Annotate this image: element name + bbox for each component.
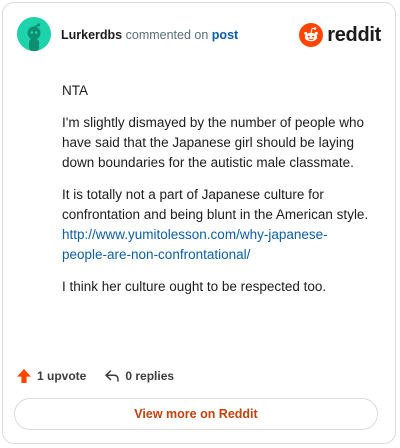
reddit-logo[interactable]: reddit [299, 21, 381, 49]
author-name[interactable]: Lurkerdbs [61, 28, 122, 42]
comment-paragraph: NTA [62, 83, 88, 98]
post-link[interactable]: post [212, 28, 238, 42]
comment-meta: Lurkerdbs commented on post [61, 27, 238, 43]
comment-header: Lurkerdbs commented on post reddit [17, 17, 381, 53]
comment-paragraph: It is totally not a part of Japanese cul… [62, 185, 372, 265]
reddit-wordmark: reddit [327, 23, 381, 46]
view-more-button[interactable]: View more on Reddit [14, 398, 378, 430]
comment-paragraph: I'm slightly dismayed by the number of p… [62, 115, 364, 170]
external-link[interactable]: http://www.yumitolesson.com/why-japanese… [62, 227, 328, 262]
reddit-snoo-icon [299, 23, 324, 47]
comment-body: NTA I'm slightly dismayed by the number … [62, 81, 372, 309]
commented-on-text: commented on [125, 28, 209, 42]
comment-stats: 1 upvote 0 replies [16, 366, 174, 386]
avatar[interactable] [17, 17, 51, 51]
upvote-stat[interactable]: 1 upvote [16, 368, 86, 384]
reply-stat[interactable]: 0 replies [104, 368, 174, 384]
upvote-arrow-icon [17, 369, 31, 383]
reply-count: 0 replies [125, 369, 175, 383]
snoo-avatar-icon [17, 17, 51, 51]
reply-icon [105, 370, 120, 382]
comment-paragraph: I think her culture ought to be respecte… [62, 279, 327, 294]
comment-text: It is totally not a part of Japanese cul… [62, 187, 369, 222]
upvote-count: 1 upvote [37, 369, 87, 383]
